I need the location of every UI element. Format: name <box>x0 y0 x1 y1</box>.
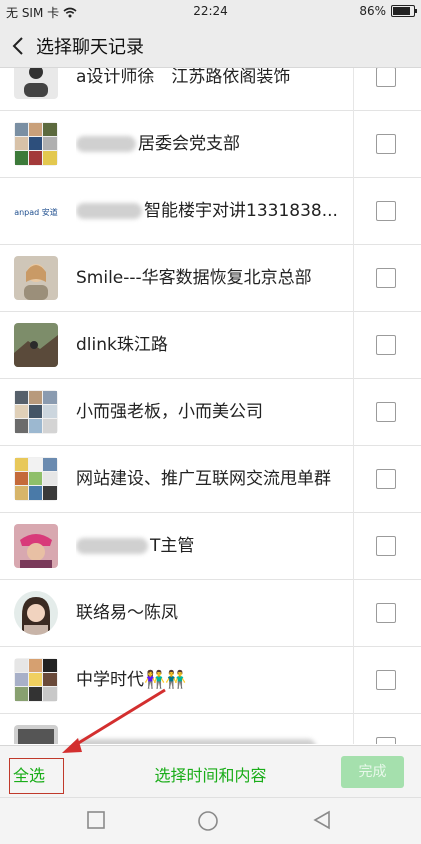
home-icon[interactable] <box>197 810 219 832</box>
group-avatar <box>14 457 58 501</box>
battery-fill <box>393 7 411 15</box>
system-nav-bar <box>0 797 421 844</box>
title-bar: 选择聊天记录 <box>0 24 421 68</box>
row-divider <box>353 446 354 513</box>
chat-name: dlink珠江路 <box>76 335 168 355</box>
row-divider <box>353 68 354 111</box>
status-time: 22:24 <box>193 4 228 18</box>
row-checkbox[interactable] <box>376 469 396 489</box>
group-avatar <box>14 390 58 434</box>
row-checkbox[interactable] <box>376 670 396 690</box>
chat-name-text: 智能楼宇对讲1331838... <box>144 201 338 221</box>
confirm-button[interactable]: 完成 <box>341 756 404 788</box>
list-item[interactable]: 中学时代👫👬 <box>0 647 421 714</box>
back-button[interactable] <box>0 24 36 68</box>
row-checkbox[interactable] <box>376 603 396 623</box>
redacted-text <box>76 538 148 554</box>
row-divider <box>353 647 354 714</box>
logo-avatar: anpad 安道 <box>14 189 58 233</box>
chat-name: 智能楼宇对讲1331838... <box>76 178 356 245</box>
list-item[interactable]: Smile---华客数据恢复北京总部 <box>0 245 421 312</box>
bottom-action-bar: 全选 选择时间和内容 完成 <box>0 745 421 797</box>
back-triangle-icon[interactable] <box>312 810 332 830</box>
list-item[interactable] <box>0 714 421 744</box>
row-divider <box>353 245 354 312</box>
list-item[interactable]: 网站建设、推广互联网交流甩单群 <box>0 446 421 513</box>
logo-text: anpad 安道 <box>14 207 58 217</box>
avatar <box>14 591 58 635</box>
avatar <box>14 524 58 568</box>
redacted-text <box>76 203 142 219</box>
list-item[interactable]: dlink珠江路 <box>0 312 421 379</box>
avatar <box>14 68 58 99</box>
chat-name <box>76 714 356 744</box>
chat-name: 网站建设、推广互联网交流甩单群 <box>76 469 331 489</box>
row-divider <box>353 513 354 580</box>
chat-name: 居委会党支部 <box>76 111 356 178</box>
row-checkbox[interactable] <box>376 737 396 744</box>
row-divider <box>353 111 354 178</box>
row-checkbox[interactable] <box>376 536 396 556</box>
row-checkbox[interactable] <box>376 68 396 87</box>
row-divider <box>353 312 354 379</box>
avatar <box>14 323 58 367</box>
row-checkbox[interactable] <box>376 268 396 288</box>
chat-name: 中学时代👫👬 <box>76 670 187 690</box>
list-item[interactable]: a设计师徐 江苏路依阁装饰 <box>0 68 421 111</box>
page-title: 选择聊天记录 <box>36 36 144 58</box>
row-divider <box>353 580 354 647</box>
chat-name-text: T主管 <box>150 536 195 556</box>
chat-name: a设计师徐 江苏路依阁装饰 <box>76 68 291 87</box>
battery-percent: 86% <box>359 4 386 18</box>
avatar <box>14 256 58 300</box>
list-item[interactable]: T主管 <box>0 513 421 580</box>
chat-name: 小而强老板，小而美公司 <box>76 402 263 422</box>
row-divider <box>353 178 354 245</box>
list-item[interactable]: anpad 安道 智能楼宇对讲1331838... <box>0 178 421 245</box>
avatar <box>14 725 58 744</box>
recent-apps-icon[interactable] <box>86 810 106 830</box>
list-item[interactable]: 小而强老板，小而美公司 <box>0 379 421 446</box>
battery-icon <box>391 5 417 17</box>
list-item[interactable]: 居委会党支部 <box>0 111 421 178</box>
redacted-text <box>76 136 136 152</box>
chat-name: Smile---华客数据恢复北京总部 <box>76 268 312 288</box>
list-item[interactable]: 联络易～陈凤 <box>0 580 421 647</box>
redacted-text <box>76 739 316 744</box>
row-checkbox[interactable] <box>376 335 396 355</box>
group-avatar <box>14 122 58 166</box>
chat-list[interactable]: a设计师徐 江苏路依阁装饰 居委会党支部 anpad 安道 智能楼宇对讲1331… <box>0 68 421 744</box>
group-avatar <box>14 658 58 702</box>
row-divider <box>353 714 354 744</box>
chat-name: T主管 <box>76 513 356 580</box>
chat-name: 联络易～陈凤 <box>76 603 178 623</box>
chat-name-text: 居委会党支部 <box>138 134 240 154</box>
row-checkbox[interactable] <box>376 201 396 221</box>
row-checkbox[interactable] <box>376 134 396 154</box>
back-arrow-icon <box>12 36 23 55</box>
row-checkbox[interactable] <box>376 402 396 422</box>
status-right: 86% <box>359 4 417 18</box>
row-divider <box>353 379 354 446</box>
status-bar: 无 SIM 卡 22:24 86% <box>0 0 421 24</box>
